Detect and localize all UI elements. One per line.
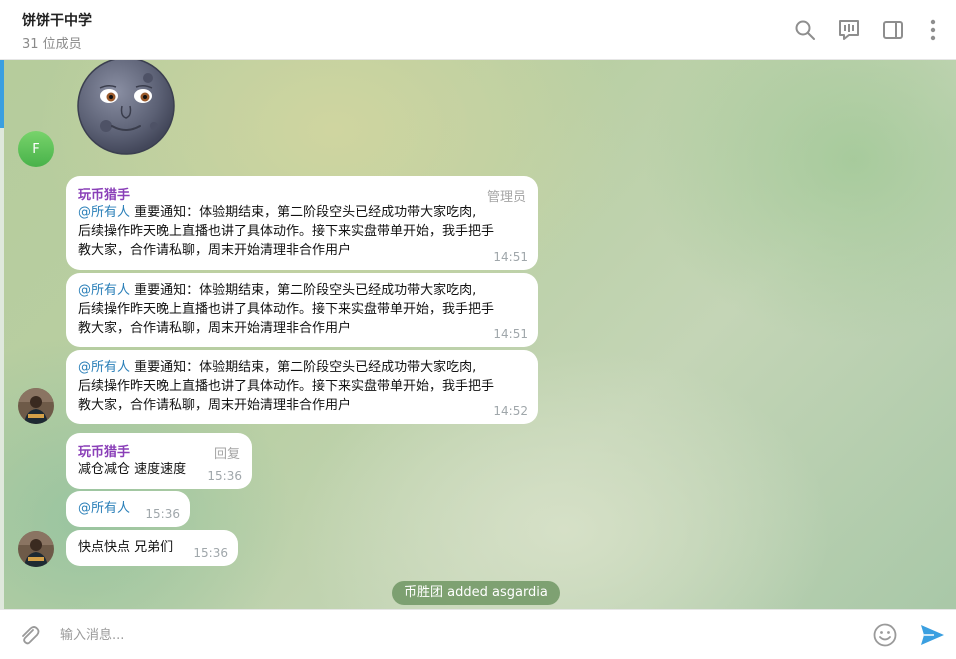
avatar[interactable] [18, 388, 54, 424]
mention-link[interactable]: @所有人 [78, 360, 130, 375]
message-bubble[interactable]: @所有人 重要通知：体验期结束，第二阶段空头已经成功带大家吃肉, 后续操作昨天晚… [66, 273, 538, 347]
sidebar-toggle-icon[interactable] [881, 17, 905, 43]
message-time: 15:36 [193, 546, 228, 560]
admin-badge: 管理员 [486, 190, 526, 205]
message-bubble[interactable]: @所有人 15:36 [66, 491, 190, 527]
more-vertical-icon[interactable] [921, 17, 945, 43]
message-time: 14:51 [493, 327, 528, 341]
message-text-line: 重要通知：体验期结束，第二阶段空头已经成功带大家吃肉, [130, 360, 477, 375]
message-time: 15:36 [207, 469, 242, 483]
mention-link[interactable]: @所有人 [78, 501, 130, 516]
emoji-icon[interactable] [872, 622, 898, 648]
search-icon[interactable] [793, 17, 817, 43]
sender-name[interactable]: 玩币猎手 [78, 184, 526, 203]
message-text-line: 教大家，合作请私聊，周末开始清理非合作用户 [78, 243, 352, 258]
message-text-line: 重要通知：体验期结束，第二阶段空头已经成功带大家吃肉, [130, 283, 477, 298]
video-chat-icon[interactable] [837, 17, 861, 43]
mention-link[interactable]: @所有人 [78, 205, 130, 220]
send-icon[interactable] [918, 622, 946, 648]
chat-title[interactable]: 饼饼干中学 [22, 10, 92, 30]
message-list[interactable]: F 玩币猎手 管理员 @所有人 重要通知：体验期结束，第二阶段空头已经成功带大家… [4, 60, 956, 609]
message-text-line: 后续操作昨天晚上直播也讲了具体动作。接下来实盘带单开始，我手把手 [78, 379, 495, 394]
chat-header: 饼饼干中学 31 位成员 [0, 0, 956, 60]
message-text-line: 教大家，合作请私聊，周末开始清理非合作用户 [78, 321, 352, 336]
member-count[interactable]: 31 位成员 [22, 33, 82, 52]
reply-label[interactable]: 回复 [214, 443, 240, 462]
message-text-line: 后续操作昨天晚上直播也讲了具体动作。接下来实盘带单开始，我手把手 [78, 224, 495, 239]
message-bubble[interactable]: 玩币猎手 回复 减仓减仓 速度速度 15:36 [66, 433, 252, 489]
message-bubble[interactable]: @所有人 重要通知：体验期结束，第二阶段空头已经成功带大家吃肉, 后续操作昨天晚… [66, 350, 538, 424]
message-time: 14:52 [493, 404, 528, 418]
composer [0, 609, 956, 659]
message-time: 14:51 [493, 250, 528, 264]
moon-face-sticker[interactable] [76, 60, 176, 156]
message-text: @所有人 重要通知：体验期结束，第二阶段空头已经成功带大家吃肉, 后续操作昨天晚… [78, 281, 526, 338]
mention-link[interactable]: @所有人 [78, 283, 130, 298]
message-time: 15:36 [145, 507, 180, 521]
message-text: @所有人 重要通知：体验期结束，第二阶段空头已经成功带大家吃肉, 后续操作昨天晚… [78, 358, 526, 415]
message-text: @所有人 重要通知：体验期结束，第二阶段空头已经成功带大家吃肉, 后续操作昨天晚… [78, 203, 526, 260]
paperclip-icon[interactable] [16, 622, 42, 648]
message-text-line: 重要通知：体验期结束，第二阶段空头已经成功带大家吃肉, [130, 205, 477, 220]
avatar[interactable] [18, 531, 54, 567]
message-bubble[interactable]: 快点快点 兄弟们 15:36 [66, 530, 238, 566]
avatar[interactable]: F [18, 131, 54, 167]
message-bubble[interactable]: 玩币猎手 管理员 @所有人 重要通知：体验期结束，第二阶段空头已经成功带大家吃肉… [66, 176, 538, 270]
service-message: 币胜团 added asgardia [392, 581, 560, 605]
message-text-line: 后续操作昨天晚上直播也讲了具体动作。接下来实盘带单开始，我手把手 [78, 302, 495, 317]
message-input[interactable] [60, 624, 840, 646]
message-text-line: 教大家，合作请私聊，周末开始清理非合作用户 [78, 398, 352, 413]
